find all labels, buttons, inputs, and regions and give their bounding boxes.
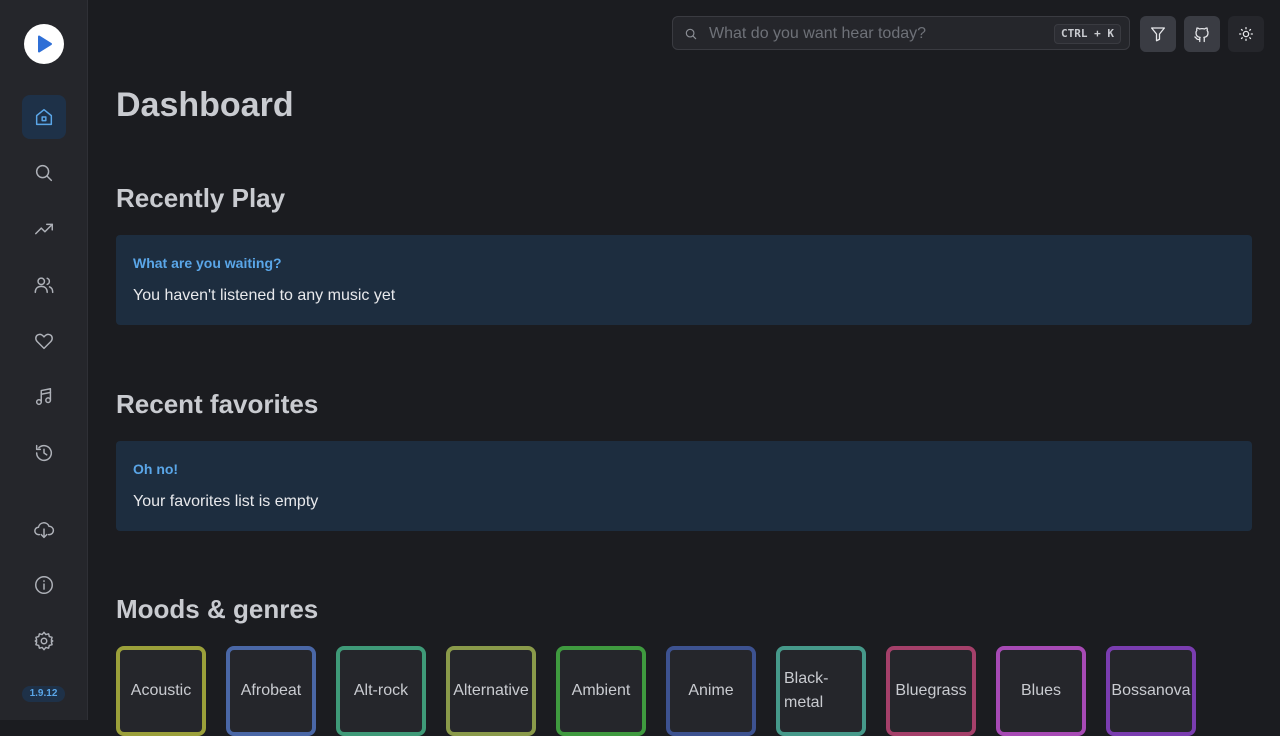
search-shortcut-hint: CTRL + K <box>1054 24 1121 44</box>
filter-button[interactable] <box>1140 16 1176 52</box>
sidebar-item-home[interactable] <box>22 95 66 139</box>
search-input[interactable] <box>707 17 1051 51</box>
recently-play-alert: What are you waiting? You haven't listen… <box>116 235 1252 325</box>
genre-card-acoustic[interactable]: Acoustic <box>116 646 206 736</box>
gear-icon <box>34 631 54 651</box>
genre-card-afrobeat[interactable]: Afrobeat <box>226 646 316 736</box>
app-logo[interactable] <box>24 24 64 64</box>
genre-card-anime[interactable]: Anime <box>666 646 756 736</box>
genre-card-bossanova[interactable]: Bossanova <box>1106 646 1196 736</box>
info-icon <box>35 576 53 594</box>
sidebar-item-settings[interactable] <box>22 619 66 663</box>
sidebar-item-search[interactable] <box>22 151 66 195</box>
genre-card-ambient[interactable]: Ambient <box>556 646 646 736</box>
genre-label: Ambient <box>571 682 631 699</box>
version-badge: 1.9.12 <box>22 686 65 702</box>
filter-icon <box>1150 27 1166 42</box>
sidebar-item-trending[interactable] <box>22 207 66 251</box>
alert-message: You haven't listened to any music yet <box>133 287 396 304</box>
search-bar[interactable]: CTRL + K <box>672 16 1130 51</box>
genre-card-blues[interactable]: Blues <box>996 646 1086 736</box>
sidebar-item-download[interactable] <box>22 508 66 552</box>
genre-card-black-metal[interactable]: Black-metal <box>776 646 866 736</box>
theme-toggle-button[interactable] <box>1228 16 1264 52</box>
github-button[interactable] <box>1184 16 1220 52</box>
alert-message: Your favorites list is empty <box>133 493 319 510</box>
genre-label: Black-metal <box>784 670 829 711</box>
recent-favorites-alert: Oh no! Your favorites list is empty <box>116 441 1252 531</box>
genre-card-alternative[interactable]: Alternative <box>446 646 536 736</box>
genre-label: Alt-rock <box>353 682 409 699</box>
history-icon <box>35 444 53 462</box>
genre-label: Bossanova <box>1111 682 1191 699</box>
recent-favorites-heading: Recent favorites <box>116 389 319 419</box>
genre-card-bluegrass[interactable]: Bluegrass <box>886 646 976 736</box>
search-icon <box>685 28 697 40</box>
sidebar-item-favorites[interactable] <box>22 319 66 363</box>
alert-title: What are you waiting? <box>133 255 282 271</box>
sun-icon <box>1238 26 1254 42</box>
moods-genres-heading: Moods & genres <box>116 594 319 624</box>
cloud-download-icon <box>34 522 55 539</box>
sidebar-item-library[interactable] <box>22 375 66 419</box>
home-icon <box>35 108 53 126</box>
genre-label: Acoustic <box>130 682 192 699</box>
recently-play-heading: Recently Play <box>116 183 286 213</box>
genre-label: Bluegrass <box>895 682 967 699</box>
sidebar-item-about[interactable] <box>22 563 66 607</box>
genre-label: Afrobeat <box>240 682 302 699</box>
genre-label: Anime <box>688 682 734 699</box>
page-title: Dashboard <box>116 86 294 124</box>
play-logo-icon <box>38 35 52 53</box>
search-icon <box>35 164 53 182</box>
sidebar-item-artists[interactable] <box>22 263 66 307</box>
trending-icon <box>35 223 53 235</box>
music-note-icon <box>35 388 52 406</box>
alert-title: Oh no! <box>133 461 179 477</box>
heart-icon <box>35 333 53 350</box>
users-icon <box>34 277 54 294</box>
sidebar: 1.9.12 <box>0 0 88 720</box>
genre-card-alt-rock[interactable]: Alt-rock <box>336 646 426 736</box>
sidebar-item-history[interactable] <box>22 431 66 475</box>
genre-label: Blues <box>1020 682 1062 699</box>
github-icon <box>1194 27 1209 43</box>
genre-label: Alternative <box>453 682 529 699</box>
